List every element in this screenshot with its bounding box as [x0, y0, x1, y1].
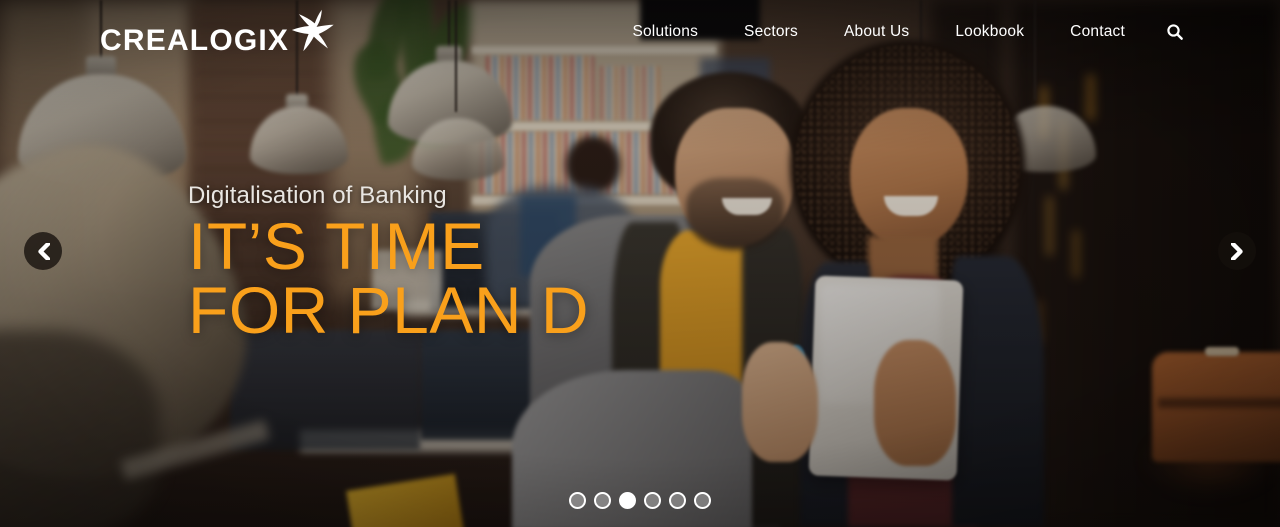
- hero-banner: CREALOGIX Solutions Sectors About Us Loo…: [0, 0, 1280, 527]
- nav-item-lookbook[interactable]: Lookbook: [932, 0, 1047, 64]
- site-header: CREALOGIX Solutions Sectors About Us Loo…: [0, 0, 1280, 64]
- search-icon: [1167, 24, 1183, 40]
- carousel-next-button[interactable]: [1218, 232, 1256, 270]
- carousel-dot-5[interactable]: [669, 492, 686, 509]
- carousel-pagination: [0, 492, 1280, 509]
- carousel-dot-4[interactable]: [644, 492, 661, 509]
- logo-home-link[interactable]: CREALOGIX: [100, 8, 335, 56]
- carousel-dot-6[interactable]: [694, 492, 711, 509]
- nav-item-about-us[interactable]: About Us: [821, 0, 932, 64]
- logo-wordmark: CREALOGIX: [100, 24, 290, 57]
- carousel-prev-button[interactable]: [24, 232, 62, 270]
- starfish-star-icon: [292, 9, 334, 52]
- hero-copy: Digitalisation of Banking IT’S TIME FOR …: [188, 182, 590, 348]
- carousel-dot-2[interactable]: [594, 492, 611, 509]
- hero-kicker: Digitalisation of Banking: [188, 182, 447, 209]
- hero-title: IT’S TIME FOR PLAN D: [188, 209, 590, 348]
- nav-item-sectors[interactable]: Sectors: [721, 0, 821, 64]
- chevron-right-icon: [1230, 242, 1243, 260]
- search-button[interactable]: [1162, 19, 1188, 45]
- carousel-dot-1[interactable]: [569, 492, 586, 509]
- main-navigation: Solutions Sectors About Us Lookbook Cont…: [609, 0, 1188, 64]
- hero-title-line-1: IT’S TIME: [188, 209, 485, 283]
- carousel-dot-3[interactable]: [619, 492, 636, 509]
- nav-item-solutions[interactable]: Solutions: [609, 0, 721, 64]
- hero-title-line-2: FOR PLAN D: [188, 273, 590, 348]
- chevron-left-icon: [37, 242, 50, 260]
- nav-item-contact[interactable]: Contact: [1047, 0, 1148, 64]
